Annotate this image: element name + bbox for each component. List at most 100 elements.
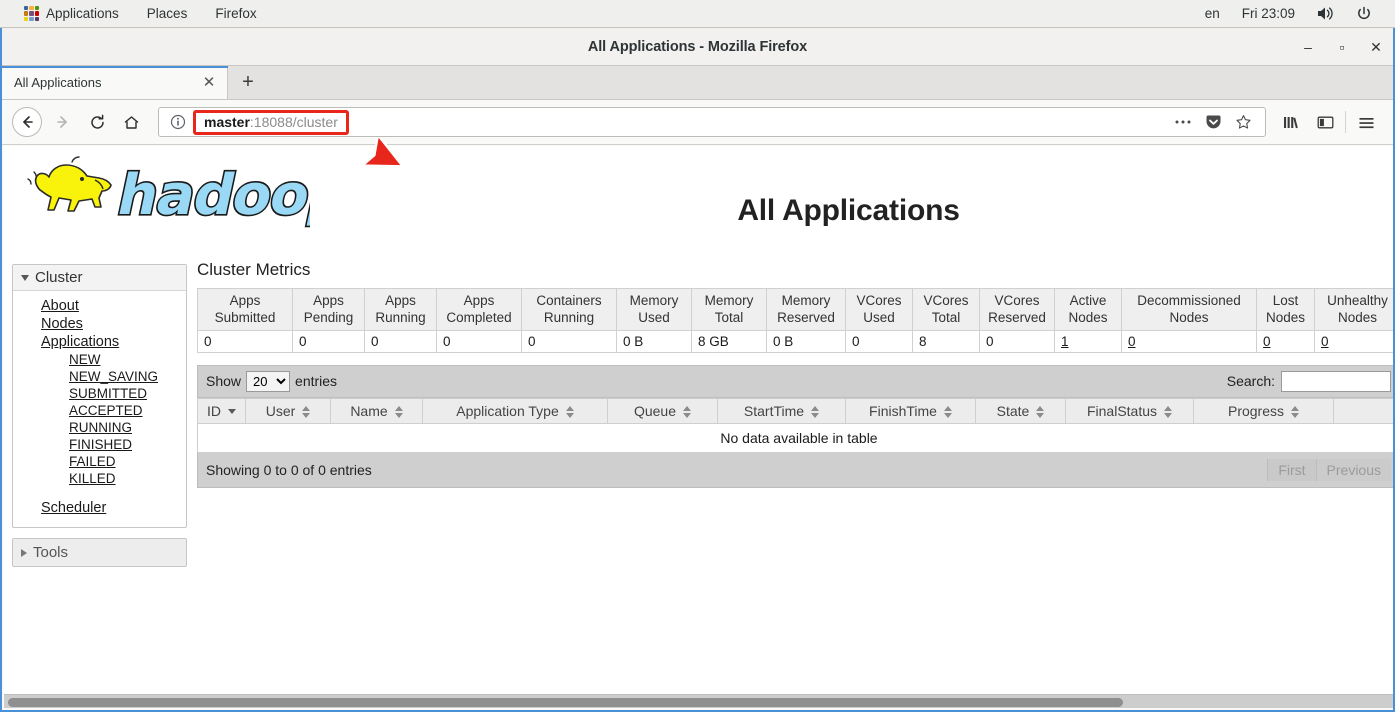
toolbar-actions <box>1274 105 1383 139</box>
col-starttime[interactable]: StartTime <box>717 397 846 424</box>
cluster-metrics-title: Cluster Metrics <box>197 260 311 279</box>
keyboard-layout-indicator[interactable]: en <box>1194 0 1231 28</box>
sidebar-cluster-label: Cluster <box>35 269 83 286</box>
sidebar-item-about[interactable]: About <box>13 297 186 315</box>
new-tab-button[interactable]: + <box>228 66 268 99</box>
col-unhealthy-nodes: Unhealthy Nodes <box>1314 288 1393 331</box>
col-user[interactable]: User <box>245 397 331 424</box>
val-apps-submitted: 0 <box>197 329 293 353</box>
page-info-icon[interactable] <box>165 114 191 130</box>
col-name-label: Name <box>350 402 388 419</box>
col-state-label: State <box>996 402 1030 419</box>
close-icon[interactable]: ✕ <box>199 75 219 90</box>
val-lost-nodes: 0 <box>1256 329 1315 353</box>
sidebar-item-finished[interactable]: FINISHED <box>13 436 186 453</box>
link-lost-nodes[interactable]: 0 <box>1263 334 1271 349</box>
address-bar[interactable]: master:18088/cluster <box>158 107 1266 137</box>
sort-icon <box>1164 405 1173 418</box>
col-progress[interactable]: Progress <box>1193 397 1334 424</box>
clock[interactable]: Fri 23:09 <box>1231 0 1306 28</box>
minimize-button[interactable]: – <box>1291 28 1325 66</box>
sidebar-item-scheduler[interactable]: Scheduler <box>13 499 186 517</box>
col-name[interactable]: Name <box>330 397 423 424</box>
page-title-text: All Applications <box>737 194 960 227</box>
sidebar-item-applications[interactable]: Applications <box>13 333 186 351</box>
col-queue[interactable]: Queue <box>607 397 718 424</box>
link-active-nodes[interactable]: 1 <box>1061 334 1069 349</box>
search-input[interactable] <box>1281 370 1391 392</box>
sidebar-item-running[interactable]: RUNNING <box>13 419 186 436</box>
sidebar-cluster-header[interactable]: Cluster <box>13 265 186 291</box>
sidebar-item-nodes[interactable]: Nodes <box>13 315 186 333</box>
reload-icon[interactable] <box>80 105 114 139</box>
table-row: No data available in table <box>197 422 1393 453</box>
sort-icon <box>811 405 820 418</box>
navigation-toolbar: master:18088/cluster <box>2 100 1393 145</box>
sort-icon <box>302 405 311 418</box>
sidebar-item-new-saving[interactable]: NEW_SAVING <box>13 368 186 385</box>
search-control: Search: <box>1227 370 1391 392</box>
col-queue-label: Queue <box>633 402 677 419</box>
keyboard-layout-label: en <box>1204 6 1220 21</box>
forward-arrow-icon[interactable] <box>46 105 80 139</box>
col-id[interactable]: ID <box>197 397 246 424</box>
volume-icon[interactable] <box>1306 0 1345 28</box>
places-menu[interactable]: Places <box>133 0 202 28</box>
col-state[interactable]: State <box>975 397 1066 424</box>
page-actions-icon[interactable] <box>1169 109 1197 135</box>
col-progress-label: Progress <box>1227 402 1285 419</box>
col-lost-nodes: Lost Nodes <box>1256 288 1315 331</box>
link-decommissioned-nodes[interactable]: 0 <box>1128 334 1136 349</box>
window-title: All Applications - Mozilla Firefox <box>587 38 808 55</box>
address-bar-container: master:18088/cluster <box>158 107 1266 137</box>
val-vcores-reserved: 0 <box>979 329 1055 353</box>
hamburger-menu-icon[interactable] <box>1349 105 1383 139</box>
firefox-menu[interactable]: Firefox <box>201 0 270 28</box>
datatable-controls: Show 20 40 60 80 100 entries Search: <box>197 364 1393 398</box>
sidebar-item-submitted[interactable]: SUBMITTED <box>13 385 186 402</box>
col-memory-total: Memory Total <box>691 288 767 331</box>
col-finishtime[interactable]: FinishTime <box>845 397 976 424</box>
places-menu-label: Places <box>146 6 188 21</box>
datatable-info: Showing 0 to 0 of 0 entries <box>206 461 372 478</box>
home-icon[interactable] <box>114 105 148 139</box>
applications-menu-label: Applications <box>46 6 119 21</box>
col-application-type[interactable]: Application Type <box>422 397 608 424</box>
val-apps-running: 0 <box>364 329 437 353</box>
col-id-label: ID <box>207 402 221 419</box>
firefox-window: All Applications - Mozilla Firefox – ▫ ✕… <box>0 28 1395 712</box>
horizontal-scrollbar[interactable] <box>4 694 1393 708</box>
col-finalstatus[interactable]: FinalStatus <box>1065 397 1194 424</box>
library-icon[interactable] <box>1274 105 1308 139</box>
sidebar-item-new[interactable]: NEW <box>13 351 186 368</box>
close-button[interactable]: ✕ <box>1359 28 1393 66</box>
val-decommissioned-nodes: 0 <box>1121 329 1257 353</box>
val-vcores-used: 0 <box>845 329 913 353</box>
pagination: First Previous <box>1267 458 1391 481</box>
col-containers-running: Containers Running <box>521 288 617 331</box>
sidebar-icon[interactable] <box>1308 105 1342 139</box>
applications-grid-icon <box>24 6 39 21</box>
pagination-first-button[interactable]: First <box>1267 458 1316 481</box>
sidebar-item-failed[interactable]: FAILED <box>13 453 186 470</box>
sidebar-tools-block[interactable]: Tools <box>12 538 187 567</box>
col-apps-submitted: Apps Submitted <box>197 288 293 331</box>
url-text-highlight[interactable]: master:18088/cluster <box>193 109 349 135</box>
back-arrow-icon[interactable] <box>12 107 42 137</box>
pocket-icon[interactable] <box>1199 109 1227 135</box>
url-host: master <box>204 113 250 130</box>
page-length-select[interactable]: 20 40 60 80 100 <box>246 370 291 392</box>
power-icon[interactable] <box>1345 0 1383 28</box>
maximize-button[interactable]: ▫ <box>1325 28 1359 66</box>
urlbar-actions <box>1169 109 1259 135</box>
sidebar: Cluster About Nodes Applications NEW NEW… <box>12 246 187 567</box>
scrollbar-thumb[interactable] <box>8 698 1123 707</box>
sidebar-item-killed[interactable]: KILLED <box>13 470 186 487</box>
pagination-previous-button[interactable]: Previous <box>1315 458 1391 481</box>
sidebar-item-accepted[interactable]: ACCEPTED <box>13 402 186 419</box>
applications-menu[interactable]: Applications <box>10 0 133 28</box>
val-memory-total: 8 GB <box>691 329 767 353</box>
bookmark-star-icon[interactable] <box>1229 109 1257 135</box>
link-unhealthy-nodes[interactable]: 0 <box>1321 334 1329 349</box>
tab-all-applications[interactable]: All Applications ✕ <box>2 66 228 99</box>
